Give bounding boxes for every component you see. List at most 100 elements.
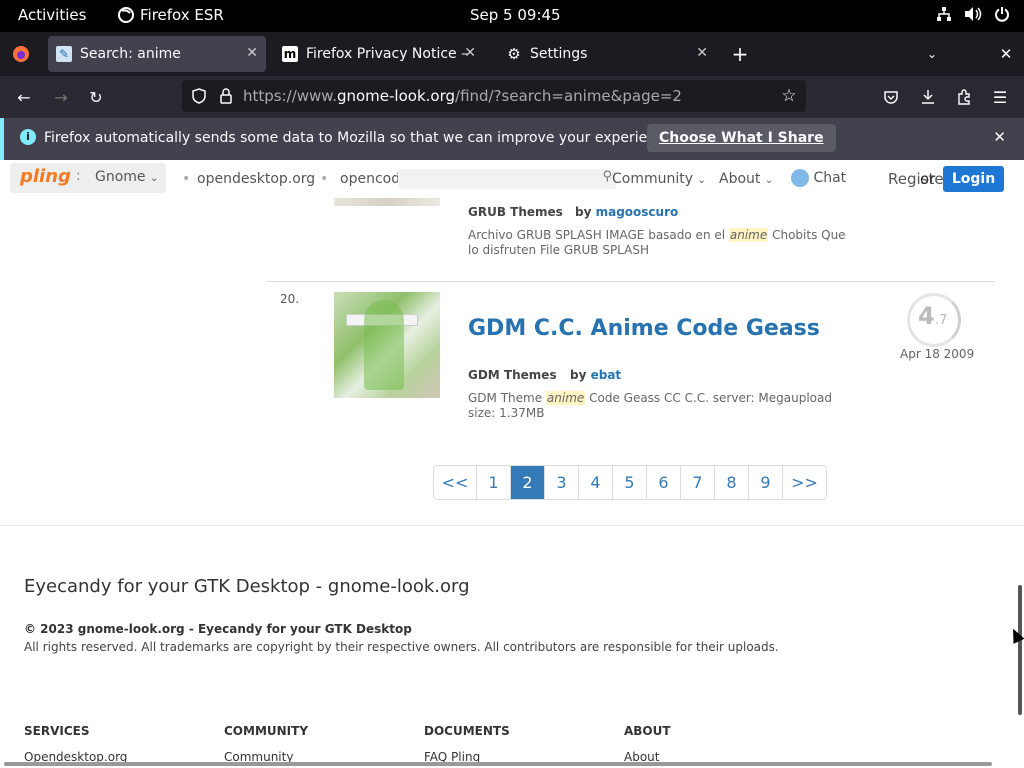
firefox-view-icon[interactable]	[10, 43, 32, 65]
bookmark-star-icon[interactable]: ☆	[778, 85, 800, 107]
about-menu[interactable]: About ⌄	[719, 171, 773, 187]
bullet: •	[182, 171, 191, 187]
footer-heading-documents: DOCUMENTS	[424, 724, 510, 738]
activities-button[interactable]: Activities	[18, 6, 86, 24]
result-rank: 20.	[280, 292, 300, 306]
result-category[interactable]: GRUB Themes	[468, 205, 563, 219]
link-opendesktop[interactable]: opendesktop.org	[197, 171, 315, 187]
tab-settings[interactable]: ⚙ Settings ✕	[498, 36, 716, 72]
reload-button[interactable]: ↻	[85, 86, 107, 108]
close-icon[interactable]: ✕	[464, 45, 476, 61]
desc-text: GDM Theme	[468, 391, 546, 405]
close-icon[interactable]: ✕	[993, 128, 1006, 146]
data-reporting-notification: i Firefox automatically sends some data …	[0, 118, 1024, 160]
rating-decimal: .7	[935, 313, 948, 328]
page-7-button[interactable]: 7	[681, 466, 715, 499]
chat-link[interactable]: Chat	[791, 169, 846, 187]
page-next-button[interactable]: >>	[783, 466, 826, 499]
volume-icon	[965, 7, 982, 21]
chevron-down-icon: ⌄	[150, 173, 159, 184]
notification-message: Firefox automatically sends some data to…	[44, 130, 677, 146]
store-selector[interactable]: pling : Gnome ⌄	[10, 163, 166, 193]
list-all-tabs-button[interactable]: ⌄	[921, 43, 943, 65]
site-header: pling : Gnome ⌄ • opendesktop.org • open…	[0, 160, 1024, 198]
result-description: GDM Theme anime Code Geass CC C.C. serve…	[468, 391, 848, 421]
footer-heading-community: COMMUNITY	[224, 724, 309, 738]
rating-value: 4	[918, 302, 935, 330]
new-tab-button[interactable]: +	[729, 42, 751, 66]
app-menu[interactable]: Firefox ESR	[118, 6, 224, 24]
clock[interactable]: Sep 5 09:45	[470, 6, 561, 24]
page-prev-button[interactable]: <<	[434, 466, 477, 499]
community-label: Community	[612, 171, 694, 187]
menu-icon[interactable]: ☰	[989, 86, 1011, 108]
system-tray[interactable]	[936, 6, 1010, 22]
page-6-button[interactable]: 6	[647, 466, 681, 499]
downloads-icon[interactable]	[917, 86, 939, 108]
page-3-button[interactable]: 3	[545, 466, 579, 499]
footer-heading-services: SERVICES	[24, 724, 90, 738]
tab-title: Settings	[530, 46, 588, 62]
result-author: by ebat	[570, 368, 621, 382]
tab-strip: ✎ Search: anime ✕ m Firefox Privacy Noti…	[0, 32, 1024, 76]
community-menu[interactable]: Community ⌄	[612, 171, 706, 187]
gear-icon: ⚙	[507, 45, 521, 63]
page-8-button[interactable]: 8	[715, 466, 749, 499]
url-prefix: https://www.	[243, 87, 337, 105]
result-thumbnail[interactable]	[334, 292, 440, 398]
page-1-button[interactable]: 1	[477, 466, 511, 499]
result-date: Apr 18 2009	[900, 347, 975, 361]
store-label: Gnome	[95, 169, 146, 185]
extensions-icon[interactable]	[953, 86, 975, 108]
register-link[interactable]: Register	[888, 170, 950, 188]
info-icon: i	[20, 129, 36, 145]
search-input[interactable]: ⚲	[398, 169, 616, 189]
result-divider	[266, 281, 995, 282]
close-window-button[interactable]: ✕	[995, 43, 1017, 65]
horizontal-scrollbar[interactable]	[4, 762, 992, 766]
tab-title: Search: anime	[80, 46, 181, 62]
chat-icon	[791, 169, 809, 187]
gnome-top-bar: Activities Firefox ESR Sep 5 09:45	[0, 0, 1024, 32]
url-domain: gnome-look.org	[336, 87, 456, 105]
tab-search-anime[interactable]: ✎ Search: anime ✕	[48, 36, 266, 72]
lock-icon[interactable]	[215, 85, 237, 107]
page-5-button[interactable]: 5	[613, 466, 647, 499]
shield-icon[interactable]	[188, 85, 210, 107]
author-link[interactable]: magooscuro	[596, 205, 679, 219]
vertical-scrollbar[interactable]	[1018, 585, 1022, 715]
login-button[interactable]: Login	[943, 166, 1004, 192]
pling-logo[interactable]: pling	[20, 166, 71, 187]
network-icon	[937, 7, 951, 21]
navigation-toolbar: ← → ↻ https://www.gnome-look.org/find/?s…	[0, 76, 1024, 118]
search-icon[interactable]: ⚲	[602, 169, 612, 184]
footer-copyright: © 2023 gnome-look.org - Eyecandy for you…	[24, 622, 412, 636]
forward-button[interactable]: →	[50, 86, 72, 108]
url-bar[interactable]: https://www.gnome-look.org/find/?search=…	[182, 80, 806, 112]
result-author: by magooscuro	[575, 205, 678, 219]
logo-separator: :	[76, 168, 81, 184]
app-name: Firefox ESR	[140, 6, 224, 24]
store-name[interactable]: Gnome ⌄	[95, 169, 158, 185]
page-9-button[interactable]: 9	[749, 466, 783, 499]
chevron-down-icon: ⌄	[697, 175, 706, 186]
pocket-icon[interactable]	[880, 86, 902, 108]
page-2-button[interactable]: 2	[511, 466, 545, 499]
footer-title: Eyecandy for your GTK Desktop - gnome-lo…	[24, 576, 470, 597]
back-button[interactable]: ←	[13, 86, 35, 108]
page-4-button[interactable]: 4	[579, 466, 613, 499]
chevron-down-icon: ⌄	[764, 175, 774, 186]
url-text[interactable]: https://www.gnome-look.org/find/?search=…	[243, 87, 682, 105]
mozilla-icon: m	[282, 46, 298, 62]
tab-privacy-notice[interactable]: m Firefox Privacy Notice — Mozilla ✕	[274, 36, 484, 72]
author-link[interactable]: ebat	[591, 368, 622, 382]
bullet: •	[320, 171, 329, 187]
close-icon[interactable]: ✕	[246, 45, 258, 61]
close-icon[interactable]: ✕	[696, 45, 708, 61]
footer-heading-about: ABOUT	[624, 724, 671, 738]
result-title[interactable]: GDM C.C. Anime Code Geass	[468, 316, 820, 341]
choose-what-i-share-button[interactable]: Choose What I Share	[647, 124, 836, 152]
result-category[interactable]: GDM Themes	[468, 368, 557, 382]
search-highlight: anime	[728, 228, 769, 242]
url-path: /find/?search=anime&page=2	[455, 87, 682, 105]
